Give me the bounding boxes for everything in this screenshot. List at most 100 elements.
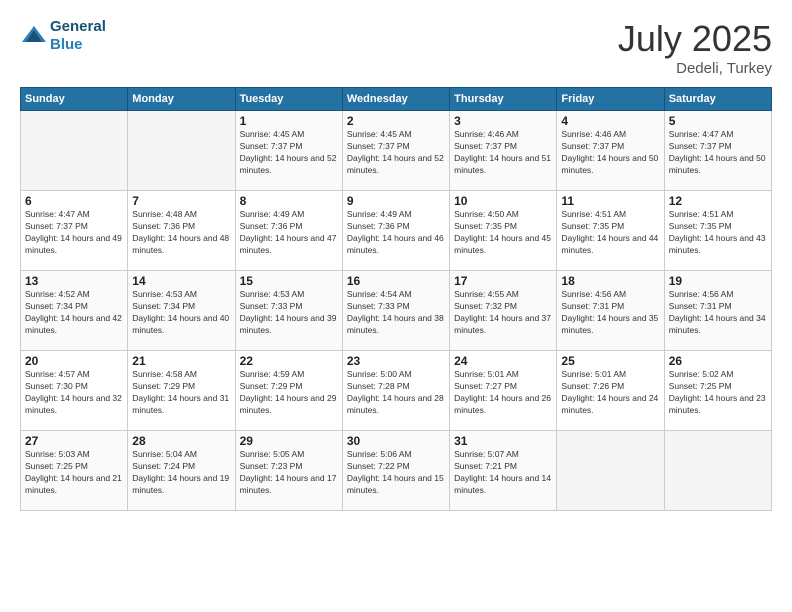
day-info: Sunrise: 5:04 AMSunset: 7:24 PMDaylight:…: [132, 449, 230, 497]
logo-icon: [20, 22, 48, 50]
day-number: 2: [347, 114, 445, 128]
day-number: 16: [347, 274, 445, 288]
calendar-week-2: 13Sunrise: 4:52 AMSunset: 7:34 PMDayligh…: [21, 271, 772, 351]
calendar-cell: 16Sunrise: 4:54 AMSunset: 7:33 PMDayligh…: [342, 271, 449, 351]
calendar-body: 1Sunrise: 4:45 AMSunset: 7:37 PMDaylight…: [21, 111, 772, 511]
calendar-cell: 7Sunrise: 4:48 AMSunset: 7:36 PMDaylight…: [128, 191, 235, 271]
calendar-cell: 26Sunrise: 5:02 AMSunset: 7:25 PMDayligh…: [664, 351, 771, 431]
day-info: Sunrise: 4:51 AMSunset: 7:35 PMDaylight:…: [669, 209, 767, 257]
calendar-cell: 21Sunrise: 4:58 AMSunset: 7:29 PMDayligh…: [128, 351, 235, 431]
location: Dedeli, Turkey: [618, 60, 772, 77]
day-info: Sunrise: 4:56 AMSunset: 7:31 PMDaylight:…: [561, 289, 659, 337]
day-info: Sunrise: 5:01 AMSunset: 7:27 PMDaylight:…: [454, 369, 552, 417]
day-number: 23: [347, 354, 445, 368]
page-header: General Blue July 2025 Dedeli, Turkey: [20, 18, 772, 77]
calendar-cell: 12Sunrise: 4:51 AMSunset: 7:35 PMDayligh…: [664, 191, 771, 271]
day-number: 8: [240, 194, 338, 208]
day-number: 4: [561, 114, 659, 128]
day-info: Sunrise: 4:46 AMSunset: 7:37 PMDaylight:…: [454, 129, 552, 177]
calendar-cell: 24Sunrise: 5:01 AMSunset: 7:27 PMDayligh…: [450, 351, 557, 431]
header-monday: Monday: [128, 88, 235, 111]
header-thursday: Thursday: [450, 88, 557, 111]
calendar-cell: 1Sunrise: 4:45 AMSunset: 7:37 PMDaylight…: [235, 111, 342, 191]
calendar-cell: [128, 111, 235, 191]
calendar-cell: 25Sunrise: 5:01 AMSunset: 7:26 PMDayligh…: [557, 351, 664, 431]
title-block: July 2025 Dedeli, Turkey: [618, 18, 772, 77]
calendar-cell: 22Sunrise: 4:59 AMSunset: 7:29 PMDayligh…: [235, 351, 342, 431]
day-number: 29: [240, 434, 338, 448]
day-info: Sunrise: 4:58 AMSunset: 7:29 PMDaylight:…: [132, 369, 230, 417]
calendar-cell: 15Sunrise: 4:53 AMSunset: 7:33 PMDayligh…: [235, 271, 342, 351]
calendar-header: Sunday Monday Tuesday Wednesday Thursday…: [21, 88, 772, 111]
logo: General Blue: [20, 18, 106, 54]
day-info: Sunrise: 5:00 AMSunset: 7:28 PMDaylight:…: [347, 369, 445, 417]
calendar-week-3: 20Sunrise: 4:57 AMSunset: 7:30 PMDayligh…: [21, 351, 772, 431]
day-info: Sunrise: 5:06 AMSunset: 7:22 PMDaylight:…: [347, 449, 445, 497]
calendar-cell: 23Sunrise: 5:00 AMSunset: 7:28 PMDayligh…: [342, 351, 449, 431]
calendar-cell: 5Sunrise: 4:47 AMSunset: 7:37 PMDaylight…: [664, 111, 771, 191]
day-info: Sunrise: 4:53 AMSunset: 7:33 PMDaylight:…: [240, 289, 338, 337]
header-row: Sunday Monday Tuesday Wednesday Thursday…: [21, 88, 772, 111]
day-number: 10: [454, 194, 552, 208]
calendar-cell: [664, 431, 771, 511]
day-number: 11: [561, 194, 659, 208]
calendar-cell: 19Sunrise: 4:56 AMSunset: 7:31 PMDayligh…: [664, 271, 771, 351]
calendar-cell: 18Sunrise: 4:56 AMSunset: 7:31 PMDayligh…: [557, 271, 664, 351]
day-info: Sunrise: 5:03 AMSunset: 7:25 PMDaylight:…: [25, 449, 123, 497]
logo-text: General Blue: [50, 18, 106, 54]
day-info: Sunrise: 5:02 AMSunset: 7:25 PMDaylight:…: [669, 369, 767, 417]
header-tuesday: Tuesday: [235, 88, 342, 111]
day-number: 25: [561, 354, 659, 368]
day-number: 27: [25, 434, 123, 448]
day-number: 15: [240, 274, 338, 288]
calendar-cell: 4Sunrise: 4:46 AMSunset: 7:37 PMDaylight…: [557, 111, 664, 191]
calendar-cell: 20Sunrise: 4:57 AMSunset: 7:30 PMDayligh…: [21, 351, 128, 431]
day-info: Sunrise: 4:45 AMSunset: 7:37 PMDaylight:…: [240, 129, 338, 177]
day-number: 17: [454, 274, 552, 288]
day-number: 19: [669, 274, 767, 288]
calendar-cell: 9Sunrise: 4:49 AMSunset: 7:36 PMDaylight…: [342, 191, 449, 271]
day-info: Sunrise: 4:46 AMSunset: 7:37 PMDaylight:…: [561, 129, 659, 177]
day-number: 30: [347, 434, 445, 448]
calendar-week-0: 1Sunrise: 4:45 AMSunset: 7:37 PMDaylight…: [21, 111, 772, 191]
calendar-cell: 3Sunrise: 4:46 AMSunset: 7:37 PMDaylight…: [450, 111, 557, 191]
day-number: 21: [132, 354, 230, 368]
day-info: Sunrise: 4:53 AMSunset: 7:34 PMDaylight:…: [132, 289, 230, 337]
header-sunday: Sunday: [21, 88, 128, 111]
calendar-week-1: 6Sunrise: 4:47 AMSunset: 7:37 PMDaylight…: [21, 191, 772, 271]
day-number: 28: [132, 434, 230, 448]
calendar-cell: 31Sunrise: 5:07 AMSunset: 7:21 PMDayligh…: [450, 431, 557, 511]
calendar-week-4: 27Sunrise: 5:03 AMSunset: 7:25 PMDayligh…: [21, 431, 772, 511]
calendar-cell: [21, 111, 128, 191]
day-number: 14: [132, 274, 230, 288]
day-number: 3: [454, 114, 552, 128]
day-number: 7: [132, 194, 230, 208]
calendar-table: Sunday Monday Tuesday Wednesday Thursday…: [20, 87, 772, 511]
day-info: Sunrise: 4:49 AMSunset: 7:36 PMDaylight:…: [240, 209, 338, 257]
calendar-cell: 17Sunrise: 4:55 AMSunset: 7:32 PMDayligh…: [450, 271, 557, 351]
calendar-cell: 2Sunrise: 4:45 AMSunset: 7:37 PMDaylight…: [342, 111, 449, 191]
day-number: 18: [561, 274, 659, 288]
day-number: 26: [669, 354, 767, 368]
day-number: 6: [25, 194, 123, 208]
day-number: 9: [347, 194, 445, 208]
day-number: 12: [669, 194, 767, 208]
day-number: 31: [454, 434, 552, 448]
calendar-cell: 30Sunrise: 5:06 AMSunset: 7:22 PMDayligh…: [342, 431, 449, 511]
day-number: 24: [454, 354, 552, 368]
day-info: Sunrise: 5:07 AMSunset: 7:21 PMDaylight:…: [454, 449, 552, 497]
calendar-cell: 6Sunrise: 4:47 AMSunset: 7:37 PMDaylight…: [21, 191, 128, 271]
header-friday: Friday: [557, 88, 664, 111]
calendar-cell: 11Sunrise: 4:51 AMSunset: 7:35 PMDayligh…: [557, 191, 664, 271]
day-info: Sunrise: 4:48 AMSunset: 7:36 PMDaylight:…: [132, 209, 230, 257]
month-title: July 2025: [618, 18, 772, 60]
header-saturday: Saturday: [664, 88, 771, 111]
calendar-cell: 29Sunrise: 5:05 AMSunset: 7:23 PMDayligh…: [235, 431, 342, 511]
calendar-cell: 28Sunrise: 5:04 AMSunset: 7:24 PMDayligh…: [128, 431, 235, 511]
day-info: Sunrise: 4:49 AMSunset: 7:36 PMDaylight:…: [347, 209, 445, 257]
day-number: 1: [240, 114, 338, 128]
day-number: 13: [25, 274, 123, 288]
calendar-cell: 27Sunrise: 5:03 AMSunset: 7:25 PMDayligh…: [21, 431, 128, 511]
calendar-cell: 10Sunrise: 4:50 AMSunset: 7:35 PMDayligh…: [450, 191, 557, 271]
calendar-cell: 14Sunrise: 4:53 AMSunset: 7:34 PMDayligh…: [128, 271, 235, 351]
